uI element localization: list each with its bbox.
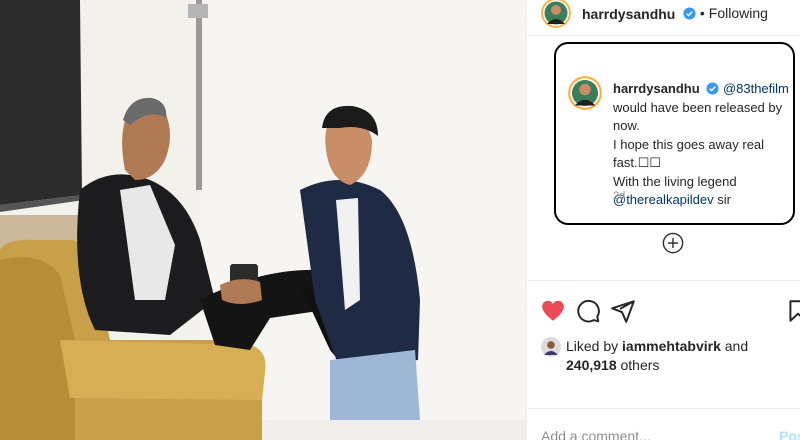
caption-text: harrdysandhu @83thefilm would have been … (613, 80, 791, 210)
post-comment-button[interactable]: Post (779, 428, 800, 440)
liker-username[interactable]: iammehtabvirk (622, 338, 721, 354)
post-side-panel: harrdysandhu • Following harrdysandhu @8… (526, 0, 800, 440)
mention-therealkapildev[interactable]: @therealkapildev (613, 192, 714, 207)
header-divider (527, 35, 800, 36)
post-photo[interactable] (0, 0, 526, 440)
caption-line-1: would have been released by now. (613, 99, 783, 134)
author-avatar[interactable] (541, 0, 571, 28)
author-username[interactable]: harrdysandhu (582, 6, 675, 22)
bookmark-icon (789, 300, 800, 322)
likes-text: Liked by iammehtabvirk and 240,918 other… (566, 337, 796, 375)
post-timestamp[interactable]: 2d (613, 190, 625, 202)
caption-line-3: With the living legend (613, 173, 737, 189)
likes-prefix: Liked by (566, 338, 623, 354)
photo-illustration (0, 0, 526, 440)
avatar-image (541, 337, 561, 357)
comment-button[interactable] (575, 298, 601, 324)
liker-avatar[interactable] (541, 337, 561, 357)
caption-username[interactable]: harrdysandhu (613, 81, 700, 96)
like-button[interactable] (540, 298, 566, 324)
heart-icon (542, 300, 564, 321)
avatar-image (568, 76, 602, 110)
caption-highlight-box: harrdysandhu @83thefilm would have been … (554, 42, 795, 225)
caption-line-2: I hope this goes away real fast.☐☐ (613, 136, 765, 171)
avatar-image (541, 0, 571, 28)
caption-author-avatar[interactable] (568, 76, 602, 110)
actions-divider (527, 280, 800, 281)
likes-middle: and (720, 338, 749, 354)
comment-divider (527, 408, 800, 409)
caption-line-4: sir (713, 192, 731, 207)
share-button[interactable] (610, 298, 636, 324)
separator-dot: • (699, 5, 705, 21)
following-button[interactable]: Following (709, 5, 768, 21)
save-button[interactable] (785, 298, 800, 324)
post-header: harrdysandhu • Following (527, 0, 800, 30)
add-comment-input[interactable] (541, 428, 761, 440)
paper-plane-icon (611, 300, 635, 323)
verified-badge-icon (706, 82, 719, 95)
verified-badge-icon (683, 7, 696, 20)
mention-83thefilm[interactable]: @83thefilm (723, 81, 789, 96)
plus-circle-icon (662, 232, 684, 254)
likes-count[interactable]: 240,918 (566, 357, 617, 373)
load-more-comments-button[interactable] (662, 232, 684, 254)
follow-row: • Following (680, 5, 768, 21)
likes-suffix: others (616, 357, 660, 373)
comment-icon (577, 299, 600, 323)
